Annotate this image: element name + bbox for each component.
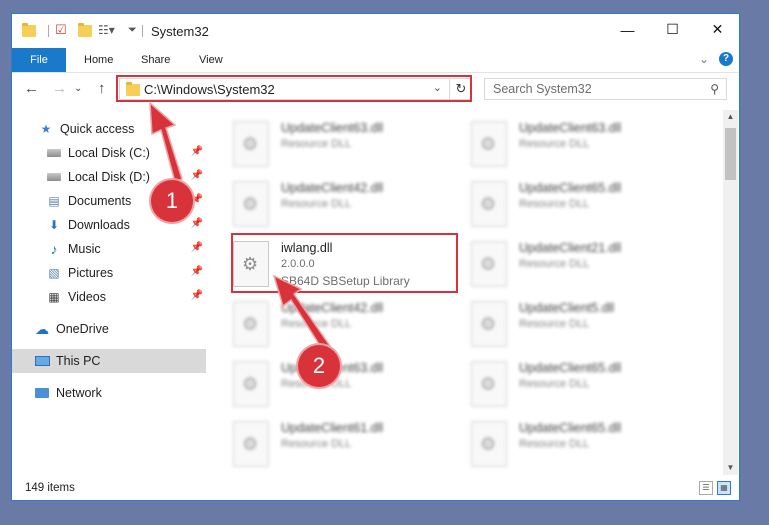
step-1-badge: 1 bbox=[151, 180, 193, 222]
arrow-1 bbox=[149, 101, 183, 184]
annotation-arrows bbox=[149, 101, 331, 354]
step-2-badge: 2 bbox=[298, 345, 340, 387]
arrow-2 bbox=[272, 274, 331, 354]
